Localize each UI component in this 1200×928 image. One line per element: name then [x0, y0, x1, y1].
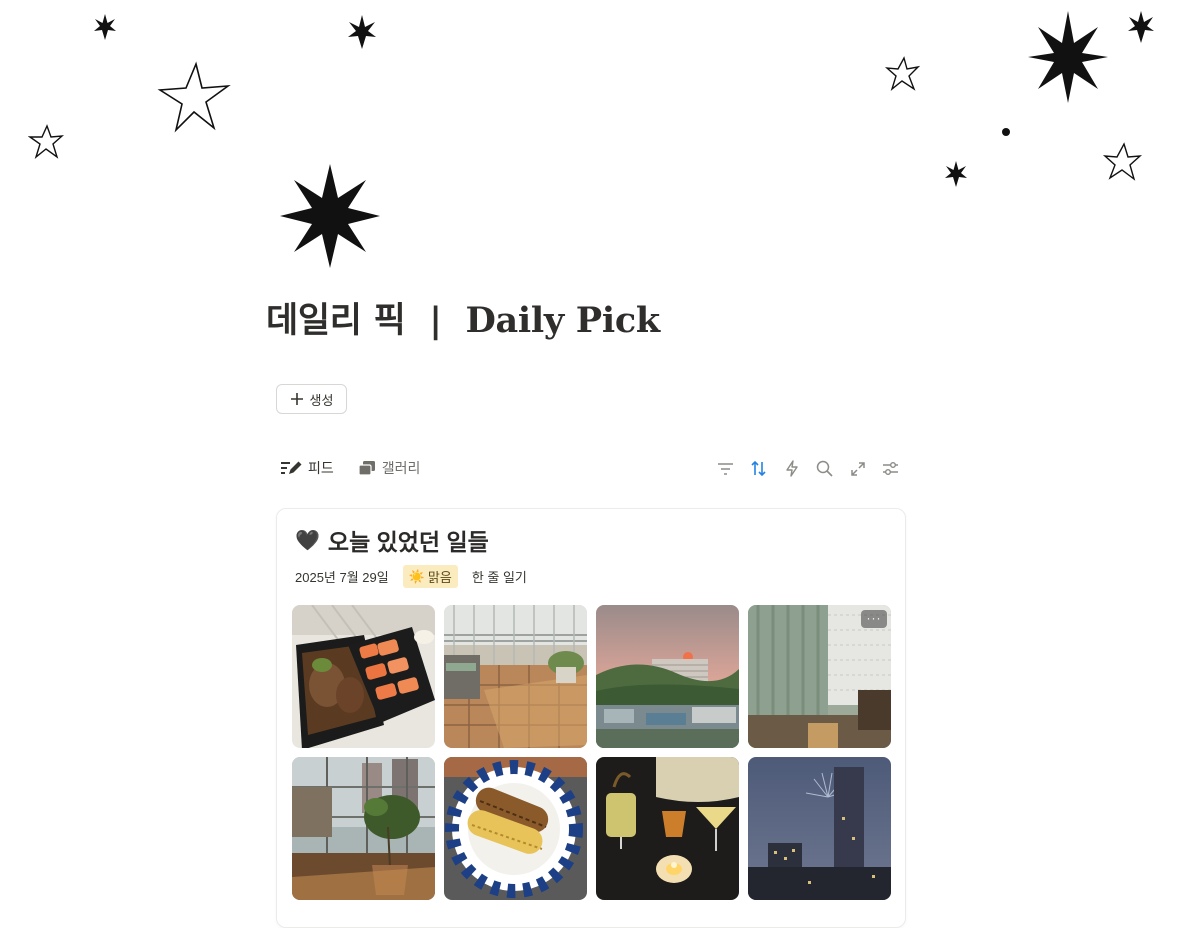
expand-icon	[850, 461, 865, 476]
photo-curtain-window[interactable]: ···	[748, 605, 891, 748]
settings-sliders-icon	[883, 462, 898, 475]
search-icon	[816, 460, 833, 477]
entry-title-text: 오늘 있었던 일들	[327, 529, 489, 555]
create-button[interactable]: 생성	[276, 384, 347, 414]
plus-icon	[290, 393, 303, 405]
eight-point-star-icon	[280, 164, 380, 268]
settings-button[interactable]	[881, 459, 900, 478]
tab-feed-label: 피드	[308, 460, 334, 476]
automation-bolt-icon	[785, 460, 798, 477]
feed-entry-card[interactable]: 🖤 오늘 있었던 일들 2025년 7월 29일 ☀️ 맑음 한 줄 일기 ··…	[276, 508, 906, 928]
automation-button[interactable]	[782, 459, 801, 478]
entry-date: 2025년 7월 29일	[295, 570, 389, 585]
photo-balcony-floor[interactable]	[444, 605, 587, 748]
sort-icon	[751, 460, 766, 477]
view-tabs: 피드 갤러리	[280, 458, 420, 478]
database-tools	[716, 459, 900, 478]
black-heart-icon: 🖤	[295, 529, 320, 552]
star-decoration-icon	[1128, 11, 1154, 43]
star-outline-decoration-icon	[884, 56, 920, 91]
weather-tag[interactable]: ☀️ 맑음	[402, 565, 458, 588]
expand-button[interactable]	[848, 459, 867, 478]
photo-grid: ···	[292, 605, 892, 900]
gallery-cards-icon	[358, 461, 375, 476]
page-title: 데일리 픽 | Daily Pick	[266, 300, 660, 341]
sun-icon: ☀️	[408, 568, 425, 584]
tab-gallery[interactable]: 갤러리	[358, 458, 421, 478]
photo-plant-by-window[interactable]	[292, 757, 435, 900]
entry-properties: 2025년 7월 29일 ☀️ 맑음 한 줄 일기	[295, 565, 527, 588]
star-decoration-icon	[945, 161, 967, 187]
tab-feed[interactable]: 피드	[280, 458, 334, 478]
star-decoration-icon	[94, 14, 116, 40]
one-line-diary: 한 줄 일기	[471, 570, 527, 585]
star-outline-decoration-icon	[157, 61, 231, 133]
photo-grilled-meat-and-salmon[interactable]	[292, 605, 435, 748]
star-outline-decoration-icon	[28, 124, 64, 159]
entry-title: 🖤 오늘 있었던 일들	[295, 523, 489, 557]
star-decoration-icon	[1028, 11, 1108, 103]
star-decoration-icon	[348, 15, 376, 49]
more-options-button[interactable]: ···	[861, 610, 887, 628]
dot-decoration-icon	[1002, 128, 1010, 136]
sort-button[interactable]	[749, 459, 768, 478]
photo-sunset-city[interactable]	[596, 605, 739, 748]
feed-edit-icon	[281, 461, 302, 474]
weather-label: 맑음	[427, 570, 452, 585]
search-button[interactable]	[815, 459, 834, 478]
filter-icon	[718, 462, 733, 475]
photo-cocktails-candle[interactable]	[596, 757, 739, 900]
tab-gallery-label: 갤러리	[381, 460, 421, 476]
star-outline-decoration-icon	[1102, 142, 1142, 181]
filter-button[interactable]	[716, 459, 735, 478]
photo-grilled-corn-plate[interactable]	[444, 757, 587, 900]
create-button-label: 생성	[309, 392, 334, 408]
photo-night-fireworks[interactable]	[748, 757, 891, 900]
